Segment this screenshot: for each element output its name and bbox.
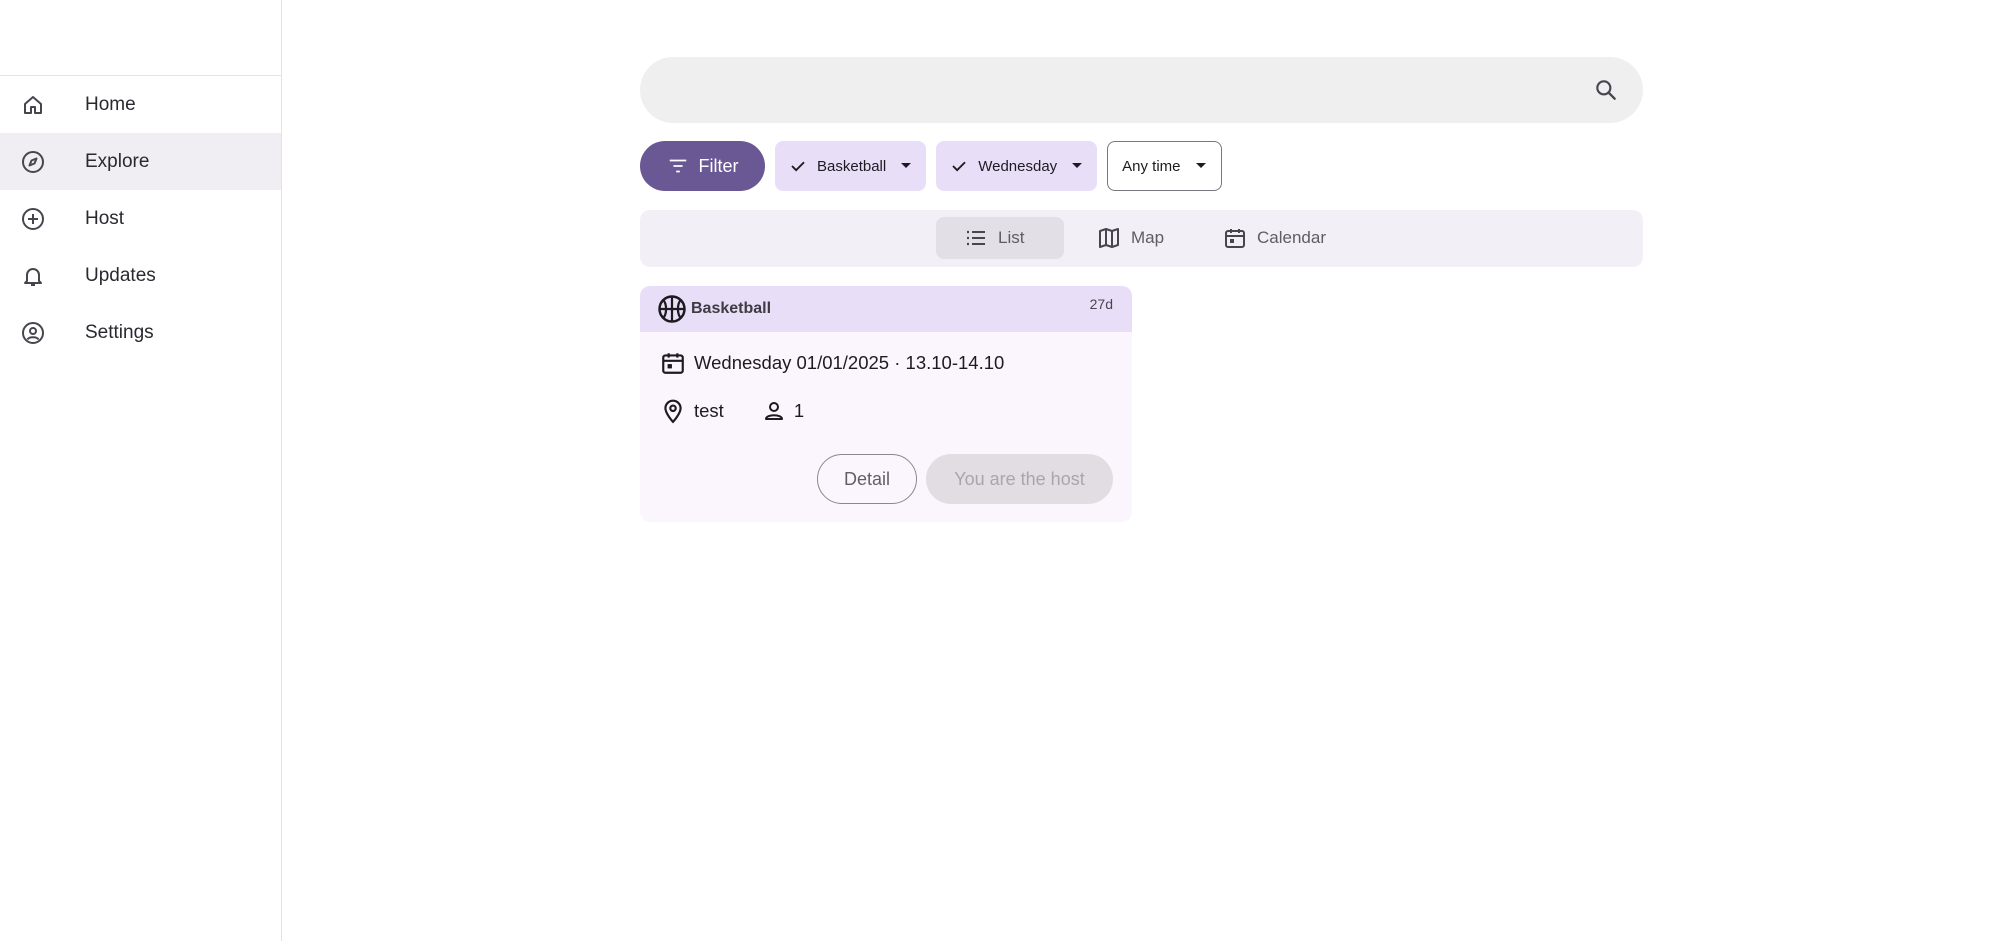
view-switcher: List Map Calendar: [640, 210, 1643, 267]
event-datetime-row: Wednesday 01/01/2025 · 13.10-14.10: [660, 350, 1004, 376]
chip-day[interactable]: Wednesday: [936, 141, 1098, 191]
calendar-icon: [1223, 226, 1247, 250]
chevron-down-icon: [1195, 162, 1207, 170]
sidebar-item-host[interactable]: Host: [0, 190, 281, 247]
map-icon: [1097, 226, 1121, 250]
chip-sport[interactable]: Basketball: [775, 141, 927, 191]
basketball-icon: [657, 294, 687, 324]
sidebar-item-label: Settings: [85, 321, 154, 343]
sidebar-item-home[interactable]: Home: [0, 76, 281, 133]
plus-circle-icon: [21, 207, 45, 231]
sidebar-item-explore[interactable]: Explore: [0, 133, 281, 190]
home-icon: [21, 93, 45, 117]
chevron-down-icon: [1071, 162, 1083, 170]
search-input[interactable]: [640, 57, 1643, 123]
host-status-button[interactable]: You are the host: [926, 454, 1113, 504]
filter-icon: [667, 155, 689, 177]
sidebar-header: [0, 0, 281, 76]
chip-label: Basketball: [817, 157, 887, 175]
person-icon: [762, 399, 786, 423]
chip-time[interactable]: Any time: [1107, 141, 1222, 191]
detail-button[interactable]: Detail: [817, 454, 917, 504]
tab-list[interactable]: List: [936, 217, 1064, 259]
chevron-down-icon: [900, 162, 912, 170]
filter-label: Filter: [698, 155, 739, 176]
bell-icon: [21, 264, 45, 288]
search-bar: [640, 57, 1643, 123]
search-icon[interactable]: [1593, 77, 1619, 103]
tab-map[interactable]: Map: [1085, 217, 1176, 259]
check-icon: [950, 157, 968, 175]
event-age: 27d: [1089, 296, 1113, 312]
filter-button[interactable]: Filter: [640, 141, 765, 191]
sidebar-item-label: Explore: [85, 150, 150, 172]
sidebar-item-label: Home: [85, 93, 136, 115]
sidebar-item-label: Updates: [85, 264, 156, 286]
event-sport: Basketball: [691, 300, 772, 317]
event-card: Basketball 27d Wednesday 01/01/2025 · 13…: [640, 286, 1132, 522]
event-card-header: Basketball 27d: [640, 286, 1132, 332]
location-pin-icon: [660, 398, 686, 424]
sidebar-item-label: Host: [85, 207, 125, 229]
event-participants: 1: [793, 400, 805, 421]
list-icon: [964, 226, 988, 250]
tab-label: Map: [1131, 228, 1165, 247]
sidebar-item-updates[interactable]: Updates: [0, 247, 281, 304]
calendar-icon: [660, 350, 686, 376]
filter-chips: Filter Basketball Wednesday Any time: [640, 141, 1222, 191]
compass-icon: [21, 150, 45, 174]
event-location: test: [694, 400, 724, 421]
event-datetime: Wednesday 01/01/2025 · 13.10-14.10: [694, 352, 1005, 373]
chip-label: Wednesday: [978, 157, 1058, 175]
tab-label: Calendar: [1257, 228, 1326, 247]
event-info-row: test 1: [660, 398, 804, 424]
chip-label: Any time: [1122, 157, 1181, 175]
check-icon: [789, 157, 807, 175]
account-circle-icon: [21, 321, 45, 345]
tab-calendar[interactable]: Calendar: [1211, 217, 1338, 259]
tab-label: List: [998, 228, 1025, 247]
sidebar: Home Explore Host Updates Settings: [0, 0, 282, 941]
sidebar-item-settings[interactable]: Settings: [0, 304, 281, 361]
